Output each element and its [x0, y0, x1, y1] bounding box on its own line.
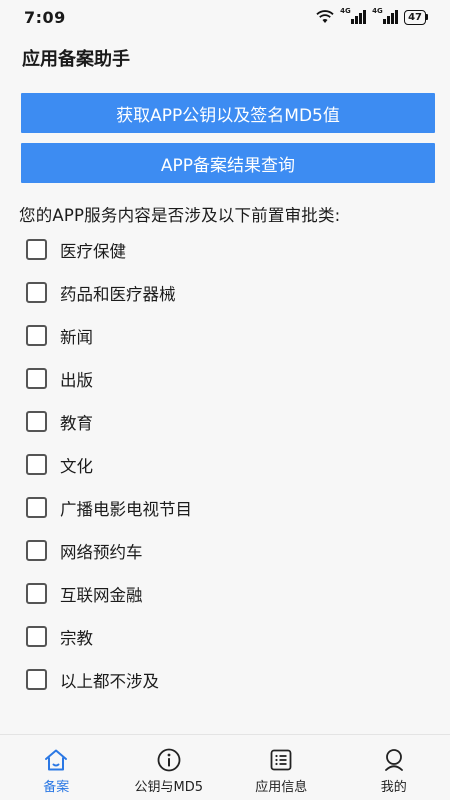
- bottom-nav: 备案 公钥与MD5 应用信息 我的: [0, 734, 450, 800]
- nav-tab-filing[interactable]: 备案: [6, 747, 106, 795]
- checkbox[interactable]: [26, 497, 47, 518]
- signal-type-label: 4G: [340, 7, 351, 15]
- option-label: 互联网金融: [60, 585, 143, 605]
- nav-label: 公钥与MD5: [134, 780, 204, 795]
- checkbox[interactable]: [26, 540, 47, 561]
- approval-option-list: 医疗保健 药品和医疗器械 新闻 出版 教育 文化 广播电影电视节目 网络预约车 …: [26, 228, 426, 701]
- home-icon: [45, 749, 68, 771]
- user-icon: [384, 749, 403, 771]
- option-label: 教育: [60, 413, 93, 433]
- checkbox[interactable]: [26, 368, 47, 389]
- option-label: 广播电影电视节目: [60, 499, 192, 519]
- status-icons: 4G 4G 47: [316, 7, 428, 25]
- checkbox[interactable]: [26, 325, 47, 346]
- nav-label: 应用信息: [255, 780, 308, 795]
- option-item[interactable]: 互联网金融: [26, 572, 426, 615]
- checkbox[interactable]: [26, 583, 47, 604]
- filing-query-button[interactable]: APP备案结果查询: [21, 143, 435, 183]
- option-item[interactable]: 新闻: [26, 314, 426, 357]
- nav-tab-app-info[interactable]: 应用信息: [231, 747, 331, 795]
- battery-level: 47: [408, 11, 422, 23]
- option-item[interactable]: 文化: [26, 443, 426, 486]
- option-label: 出版: [60, 370, 93, 390]
- nav-tab-mine[interactable]: 我的: [344, 747, 444, 795]
- nav-label: 备案: [43, 780, 70, 795]
- option-label: 宗教: [60, 628, 93, 648]
- list-icon: [270, 749, 292, 771]
- status-bar: 7:09 4G 4G 47: [0, 0, 450, 34]
- nav-label: 我的: [380, 780, 407, 795]
- checkbox[interactable]: [26, 626, 47, 647]
- option-label: 以上都不涉及: [60, 671, 159, 691]
- checkbox[interactable]: [26, 282, 47, 303]
- page-title: 应用备案助手: [22, 49, 130, 70]
- option-label: 网络预约车: [60, 542, 143, 562]
- option-item[interactable]: 教育: [26, 400, 426, 443]
- status-time: 7:09: [24, 7, 66, 27]
- option-item[interactable]: 广播电影电视节目: [26, 486, 426, 529]
- checkbox[interactable]: [26, 454, 47, 475]
- option-label: 文化: [60, 456, 93, 476]
- battery-icon: 47: [404, 9, 428, 25]
- wifi-icon: [316, 10, 334, 23]
- cell-signal-icon: 4G: [372, 7, 399, 24]
- option-label: 药品和医疗器械: [60, 284, 176, 304]
- option-item[interactable]: 出版: [26, 357, 426, 400]
- option-item[interactable]: 网络预约车: [26, 529, 426, 572]
- option-item[interactable]: 医疗保健: [26, 228, 426, 271]
- signal-type-label: 4G: [372, 7, 383, 15]
- option-label: 新闻: [60, 327, 93, 347]
- option-item[interactable]: 药品和医疗器械: [26, 271, 426, 314]
- get-key-md5-button[interactable]: 获取APP公钥以及签名MD5值: [21, 93, 435, 133]
- info-icon: [157, 748, 181, 772]
- option-item[interactable]: 宗教: [26, 615, 426, 658]
- nav-tab-key-md5[interactable]: 公钥与MD5: [119, 747, 219, 795]
- checkbox[interactable]: [26, 239, 47, 260]
- app-screen: 7:09 4G 4G 47 应用备案助手 获取APP公钥以及签名MD5值 APP…: [0, 0, 450, 800]
- option-item[interactable]: 以上都不涉及: [26, 658, 426, 701]
- approval-question: 您的APP服务内容是否涉及以下前置审批类:: [19, 206, 341, 225]
- cell-signal-icon: 4G: [340, 7, 367, 24]
- checkbox[interactable]: [26, 411, 47, 432]
- option-label: 医疗保健: [60, 241, 126, 261]
- checkbox[interactable]: [26, 669, 47, 690]
